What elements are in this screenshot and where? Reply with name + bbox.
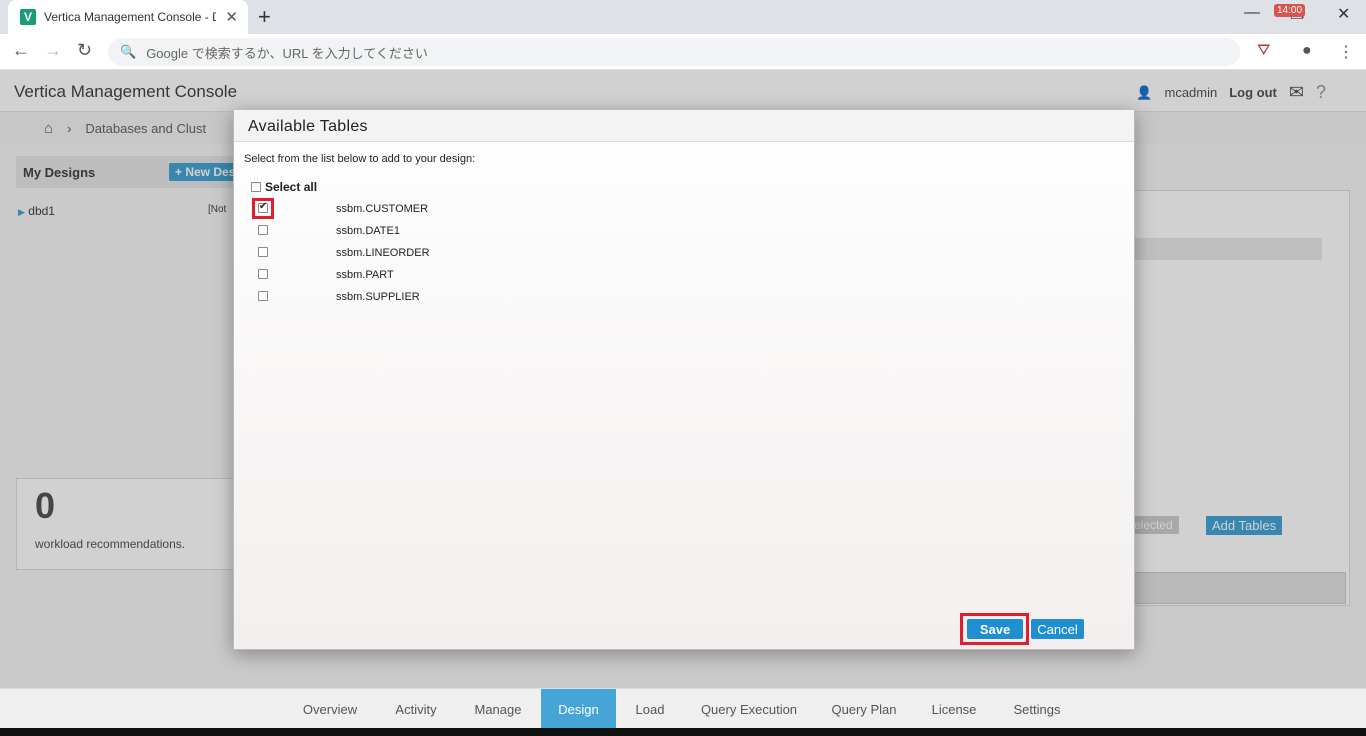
table-name: ssbm.DATE1 <box>336 225 400 237</box>
address-bar[interactable]: 🔍 Google で検索するか、URL を入力してください <box>108 38 1240 66</box>
menu-icon[interactable]: ⋮ <box>1338 42 1354 62</box>
tab-title: Vertica Management Console - D <box>44 10 216 24</box>
nav-query-execution[interactable]: Query Execution <box>690 689 808 729</box>
nav-manage[interactable]: Manage <box>462 689 534 729</box>
select-all-label: Select all <box>265 180 318 194</box>
available-tables-dialog: Available Tables Select from the list be… <box>233 109 1135 650</box>
table-checkbox-supplier[interactable] <box>258 291 268 301</box>
table-row[interactable]: ssbm.DATE1 <box>258 225 658 247</box>
search-icon: 🔍 <box>120 44 137 59</box>
close-window-icon[interactable]: ✕ <box>1337 4 1350 24</box>
table-checkbox-part[interactable] <box>258 269 268 279</box>
nav-design[interactable]: Design <box>541 689 616 729</box>
cancel-button[interactable]: Cancel <box>1031 619 1084 639</box>
vertica-favicon-icon: V <box>20 9 36 25</box>
highlight-checkbox-box <box>252 198 274 219</box>
address-placeholder: Google で検索するか、URL を入力してください <box>146 45 428 61</box>
table-checkbox-lineorder[interactable] <box>258 247 268 257</box>
dialog-header: Available Tables <box>234 110 1134 142</box>
table-row[interactable]: ssbm.PART <box>258 269 658 291</box>
table-name: ssbm.LINEORDER <box>336 247 430 259</box>
browser-tab[interactable]: V Vertica Management Console - D ✕ <box>8 0 248 34</box>
browser-toolbar: ← → ↻ 🔍 Google で検索するか、URL を入力してください ⛛ ● … <box>0 34 1366 70</box>
mail-badge: 14:00 <box>1274 4 1306 17</box>
table-checkbox-date1[interactable] <box>258 225 268 235</box>
reload-icon[interactable]: ↻ <box>77 40 92 61</box>
save-button[interactable]: Save <box>967 619 1023 639</box>
nav-activity[interactable]: Activity <box>380 689 452 729</box>
close-tab-icon[interactable]: ✕ <box>225 8 238 26</box>
bottom-nav: Overview Activity Manage Design Load Que… <box>0 688 1366 729</box>
browser-tabstrip: V Vertica Management Console - D ✕ + — ❐… <box>0 0 1366 34</box>
forward-icon[interactable]: → <box>44 40 62 61</box>
table-row[interactable]: ssbm.SUPPLIER <box>258 291 658 313</box>
table-name: ssbm.PART <box>336 269 394 281</box>
new-tab-icon[interactable]: + <box>258 4 271 30</box>
nav-query-plan[interactable]: Query Plan <box>820 689 908 729</box>
table-name: ssbm.CUSTOMER <box>336 203 429 215</box>
dialog-title: Available Tables <box>248 118 368 135</box>
nav-settings[interactable]: Settings <box>1000 689 1074 729</box>
nav-overview[interactable]: Overview <box>290 689 370 729</box>
table-row[interactable]: ssbm.LINEORDER <box>258 247 658 269</box>
nav-load[interactable]: Load <box>622 689 678 729</box>
select-all-control[interactable]: Select all <box>251 180 317 194</box>
select-all-checkbox[interactable] <box>251 182 261 192</box>
table-name: ssbm.SUPPLIER <box>336 291 420 303</box>
dialog-instruction: Select from the list below to add to you… <box>244 153 476 165</box>
table-row[interactable]: ssbm.CUSTOMER <box>258 201 658 225</box>
nav-license[interactable]: License <box>920 689 988 729</box>
pdf-extension-icon[interactable]: ⛛ <box>1257 42 1270 60</box>
back-icon[interactable]: ← <box>12 40 30 61</box>
profile-icon[interactable]: ● <box>1302 42 1312 60</box>
os-taskbar <box>0 728 1366 736</box>
minimize-icon[interactable]: — <box>1244 4 1260 22</box>
